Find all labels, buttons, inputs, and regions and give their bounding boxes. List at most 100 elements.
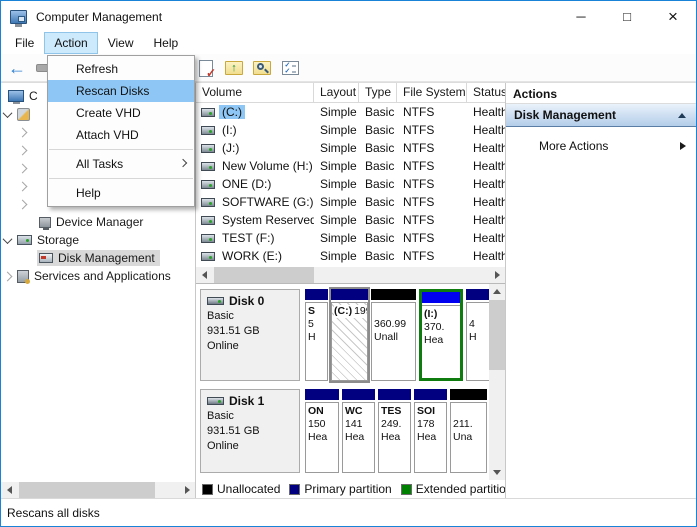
partition-software-g[interactable]: SOI178Hea: [414, 389, 447, 473]
tree-horizontal-scrollbar: [1, 482, 195, 498]
menu-item-help[interactable]: Help: [48, 182, 194, 204]
scroll-right-button[interactable]: [489, 267, 505, 283]
chevron-collapsed-icon[interactable]: [18, 127, 28, 137]
volume-icon: [201, 252, 215, 261]
partition-legend: Unallocated Primary partition Extended p…: [196, 480, 505, 498]
column-file-system[interactable]: File System: [397, 83, 467, 102]
partition-clipped-disk0[interactable]: 4H: [466, 289, 490, 381]
disk-icon: [207, 397, 224, 405]
column-layout[interactable]: Layout: [314, 83, 359, 102]
disk-icon: [207, 297, 224, 305]
computer-icon: [8, 90, 24, 102]
actions-pane-title: Actions: [506, 83, 696, 104]
tree-item-disk-management[interactable]: Disk Management: [1, 249, 195, 267]
back-arrow-icon: ←: [8, 59, 26, 77]
more-actions-item[interactable]: More Actions: [506, 136, 696, 156]
disk-0-row: Disk 0 Basic 931.51 GB Online S5H (C:)19…: [200, 289, 505, 381]
volume-icon: [201, 198, 215, 207]
actions-section-disk-management[interactable]: Disk Management: [506, 104, 696, 127]
menu-item-refresh[interactable]: Refresh: [48, 58, 194, 80]
menu-item-all-tasks[interactable]: All Tasks: [48, 153, 194, 175]
menu-item-create-vhd[interactable]: Create VHD: [48, 102, 194, 124]
back-button[interactable]: ←: [6, 57, 28, 79]
volume-row-one-d[interactable]: ONE (D:) Simple Basic NTFS Healthy: [196, 175, 505, 193]
document-check-button[interactable]: ✓: [195, 57, 217, 79]
maximize-button[interactable]: □: [604, 1, 650, 32]
volume-list-horizontal-scrollbar: [196, 267, 505, 283]
menu-help[interactable]: Help: [144, 32, 189, 54]
volume-list: Volume Layout Type File System Status (C…: [196, 83, 505, 284]
actions-pane: Actions Disk Management More Actions: [506, 83, 696, 498]
chevron-collapsed-icon[interactable]: [18, 199, 28, 209]
column-volume[interactable]: Volume: [196, 83, 314, 102]
volume-row-j[interactable]: (J:) Simple Basic NTFS Healthy: [196, 139, 505, 157]
primary-partition-swatch: [289, 484, 300, 495]
volume-row-i[interactable]: (I:) Simple Basic NTFS Healthy: [196, 121, 505, 139]
folder-search-button[interactable]: [251, 57, 273, 79]
disk-view-vertical-scrollbar: [489, 284, 505, 481]
chevron-collapsed-icon[interactable]: [18, 181, 28, 191]
scroll-left-button[interactable]: [196, 267, 212, 283]
volume-icon: [201, 108, 215, 117]
collapse-section-icon[interactable]: [678, 113, 686, 118]
column-status[interactable]: Status: [467, 83, 505, 102]
menu-item-rescan-disks[interactable]: Rescan Disks: [48, 80, 194, 102]
minimize-button[interactable]: ─: [558, 1, 604, 32]
volume-row-software-g[interactable]: SOFTWARE (G:) Simple Basic NTFS Healthy: [196, 193, 505, 211]
volume-row-new-volume-h[interactable]: New Volume (H:) Simple Basic NTFS Health…: [196, 157, 505, 175]
partition-work-e[interactable]: WC141Hea: [342, 389, 375, 473]
chevron-collapsed-icon[interactable]: [18, 145, 28, 155]
chevron-collapsed-icon[interactable]: [3, 271, 13, 281]
folder-up-button[interactable]: ↑: [223, 57, 245, 79]
volume-list-header: Volume Layout Type File System Status: [196, 83, 505, 103]
disk-0-info[interactable]: Disk 0 Basic 931.51 GB Online: [200, 289, 300, 381]
partition-c[interactable]: (C:)199.4Healt: [331, 289, 368, 381]
scroll-down-button[interactable]: [489, 465, 505, 481]
scroll-up-button[interactable]: [489, 284, 505, 300]
document-check-icon: ✓: [199, 60, 213, 77]
volume-row-work-e[interactable]: WORK (E:) Simple Basic NTFS Healthy: [196, 247, 505, 265]
volume-icon: [201, 162, 215, 171]
tree-item-services-applications[interactable]: Services and Applications: [1, 267, 195, 285]
menu-action[interactable]: Action: [44, 32, 97, 54]
menu-separator: [49, 178, 193, 179]
partition-unallocated-disk1[interactable]: 211.Una: [450, 389, 487, 473]
folder-search-icon: [253, 61, 271, 75]
scroll-right-button[interactable]: [179, 482, 195, 498]
partition-system-reserved[interactable]: S5H: [305, 289, 328, 381]
volume-row-system-reserved[interactable]: System Reserved Simple Basic NTFS Health…: [196, 211, 505, 229]
volume-icon: [201, 180, 215, 189]
partition-unallocated-disk0[interactable]: 360.99Unall: [371, 289, 416, 381]
volume-icon: [201, 126, 215, 135]
chevron-collapsed-icon[interactable]: [18, 163, 28, 173]
scroll-left-button[interactable]: [1, 482, 17, 498]
scrollbar-thumb[interactable]: [19, 482, 155, 498]
volume-row-test-f[interactable]: TEST (F:) Simple Basic NTFS Healthy: [196, 229, 505, 247]
scrollbar-thumb[interactable]: [489, 300, 505, 370]
menu-item-attach-vhd[interactable]: Attach VHD: [48, 124, 194, 146]
disk-1-row: Disk 1 Basic 931.51 GB Online ON150Hea W…: [200, 389, 505, 473]
menu-view[interactable]: View: [98, 32, 144, 54]
tree-item-storage[interactable]: Storage: [1, 231, 195, 249]
tree-item-device-manager[interactable]: Device Manager: [1, 213, 195, 231]
status-text: Rescans all disks: [7, 506, 100, 520]
partition-color-bar: [422, 292, 460, 303]
partition-color-bar: [450, 389, 487, 400]
volume-row-c[interactable]: (C:) Simple Basic NTFS Healthy: [196, 103, 505, 121]
scrollbar-thumb[interactable]: [214, 267, 314, 283]
chevron-expanded-icon[interactable]: [3, 234, 13, 244]
partition-color-bar: [342, 389, 375, 400]
console-tree-toggle-button[interactable]: ✓ ✓: [279, 57, 301, 79]
partition-test-f[interactable]: TES249.Hea: [378, 389, 411, 473]
close-button[interactable]: ×: [650, 1, 696, 32]
menu-file[interactable]: File: [5, 32, 44, 54]
more-actions-arrow-icon: [680, 142, 686, 150]
partition-one-d[interactable]: ON150Hea: [305, 389, 339, 473]
column-type[interactable]: Type: [359, 83, 397, 102]
chevron-expanded-icon[interactable]: [3, 108, 13, 118]
tools-icon: [17, 108, 30, 121]
partition-i-extended[interactable]: (I:)370.Hea: [419, 289, 463, 381]
disk-1-info[interactable]: Disk 1 Basic 931.51 GB Online: [200, 389, 300, 473]
partition-color-bar: [378, 389, 411, 400]
menu-separator: [49, 149, 193, 150]
